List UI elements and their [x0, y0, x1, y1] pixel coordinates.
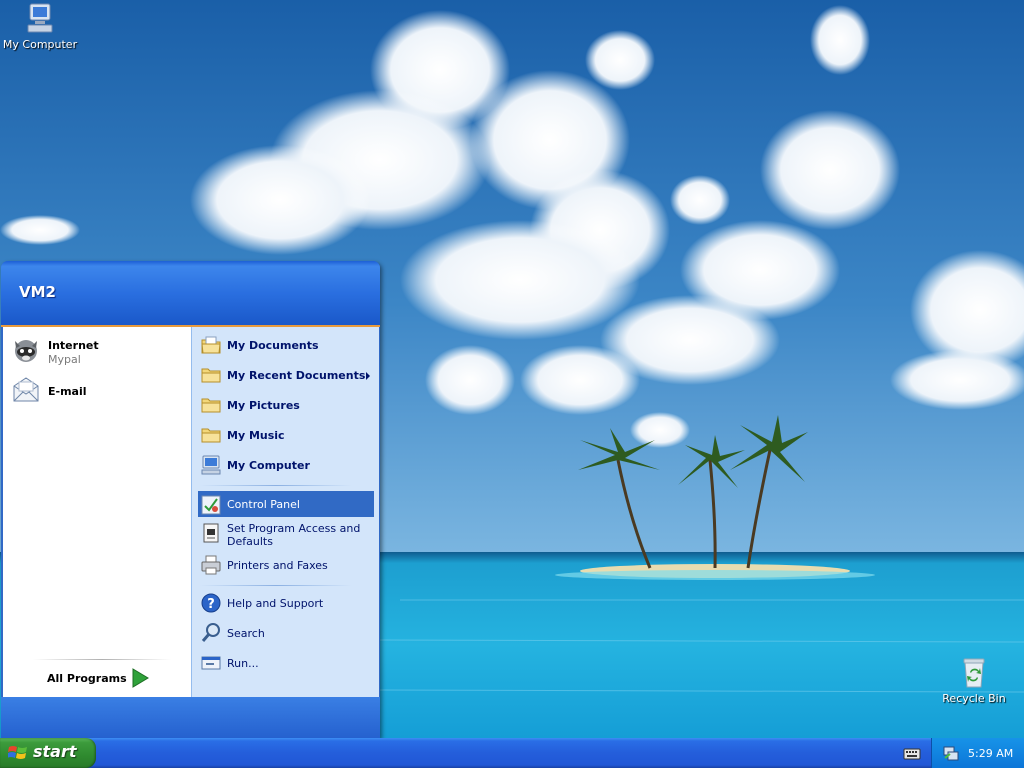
green-arrow-icon	[132, 668, 149, 688]
menu-item-my-music[interactable]: My Music	[198, 421, 374, 449]
pinned-item-subtitle: Mypal	[48, 353, 81, 366]
keyboard-icon[interactable]	[903, 745, 921, 761]
pinned-item-title: E-mail	[48, 385, 87, 398]
my-documents-icon	[201, 336, 221, 354]
menu-item-label: My Documents	[227, 339, 319, 352]
computer-icon	[27, 3, 53, 33]
menu-item-help-and-support[interactable]: ? Help and Support	[198, 589, 374, 617]
start-label: start	[33, 742, 77, 761]
menu-item-label: Set Program Access and Defaults	[227, 522, 361, 548]
computer-icon	[201, 455, 221, 475]
printer-icon	[201, 555, 221, 575]
menu-item-my-computer[interactable]: My Computer	[198, 451, 374, 479]
network-icon[interactable]	[942, 745, 960, 761]
start-menu-places-column: My Documents My Recent Documents My Pict…	[191, 327, 379, 697]
envelope-icon	[13, 377, 39, 402]
user-name: VM2	[19, 283, 56, 301]
recycle-bin-icon	[963, 658, 985, 688]
menu-item-label: Printers and Faxes	[227, 559, 328, 572]
program-access-icon	[203, 523, 219, 543]
desktop-icon-label: Recycle Bin	[942, 692, 1006, 705]
desktop-icon-label: My Computer	[2, 38, 78, 51]
submenu-arrow-icon	[366, 372, 370, 380]
start-menu-header: VM2	[1, 261, 380, 327]
menu-item-my-recent-documents[interactable]: My Recent Documents	[198, 361, 374, 389]
start-menu-footer	[1, 697, 380, 738]
run-icon	[201, 656, 221, 670]
pinned-item-email[interactable]: E-mail	[11, 371, 187, 409]
menu-item-label: My Music	[227, 429, 285, 442]
menu-item-control-panel[interactable]: Control Panel	[198, 491, 374, 517]
folder-icon	[201, 428, 221, 443]
start-button[interactable]: start	[0, 738, 96, 768]
menu-item-label: Help and Support	[227, 597, 324, 610]
system-tray: 5:29 AM	[931, 738, 1024, 768]
pinned-item-title: Internet	[48, 339, 99, 352]
taskbar: start 5:29 AM	[0, 738, 1024, 768]
start-menu: VM2 Internet Mypal E-mail All Programs M…	[1, 261, 380, 738]
menu-item-label: My Recent Documents	[227, 369, 366, 382]
raccoon-browser-icon	[15, 340, 37, 362]
control-panel-icon	[201, 495, 221, 515]
all-programs-label: All Programs	[47, 672, 127, 685]
menu-item-set-program-access[interactable]: Set Program Access and Defaults	[198, 519, 374, 548]
all-programs-button[interactable]: All Programs	[33, 664, 173, 692]
start-menu-pinned-column: Internet Mypal E-mail All Programs	[3, 327, 191, 697]
menu-item-search[interactable]: Search	[198, 619, 374, 647]
menu-item-label: Search	[227, 627, 265, 640]
menu-item-printers-and-faxes[interactable]: Printers and Faxes	[198, 551, 374, 579]
desktop-icon-recycle-bin[interactable]: Recycle Bin	[934, 656, 1014, 705]
menu-item-run[interactable]: Run...	[198, 649, 374, 677]
folder-icon	[201, 398, 221, 413]
windows-logo-icon	[8, 746, 27, 759]
menu-separator	[200, 585, 352, 586]
clock[interactable]: 5:29 AM	[968, 747, 1013, 760]
folder-icon	[201, 368, 221, 383]
svg-text:?: ?	[207, 597, 215, 612]
search-icon	[201, 623, 220, 642]
pinned-item-internet[interactable]: Internet Mypal	[11, 331, 187, 369]
desktop-icon-my-computer[interactable]: My Computer	[0, 2, 80, 51]
menu-item-my-pictures[interactable]: My Pictures	[198, 391, 374, 419]
menu-item-my-documents[interactable]: My Documents	[198, 331, 374, 359]
all-programs-separator	[33, 659, 171, 660]
menu-item-label: Run...	[227, 657, 259, 670]
help-icon: ?	[201, 593, 221, 613]
menu-separator	[200, 485, 352, 486]
menu-item-label: My Computer	[227, 459, 310, 472]
menu-item-label: Control Panel	[227, 498, 300, 511]
menu-item-label: My Pictures	[227, 399, 300, 412]
